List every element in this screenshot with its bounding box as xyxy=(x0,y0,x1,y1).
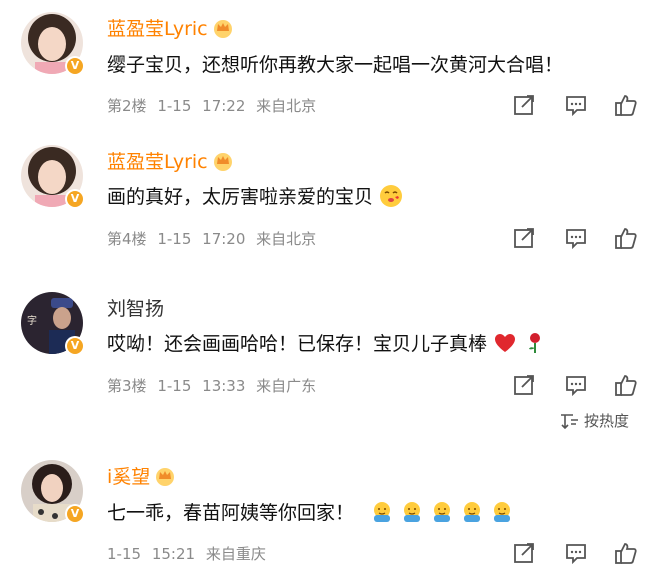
crown-icon xyxy=(156,467,175,486)
hug-emoji xyxy=(434,501,451,522)
thumbs-up-icon[interactable] xyxy=(614,93,638,117)
time-label: 17:22 xyxy=(202,97,246,115)
comment-icon[interactable] xyxy=(564,541,588,565)
crown-icon xyxy=(213,19,232,38)
avatar[interactable]: V xyxy=(21,12,85,76)
share-icon[interactable] xyxy=(512,93,536,117)
comment-actions xyxy=(512,373,642,397)
location-label: 来自广东 xyxy=(256,377,317,395)
comment-meta: 第2楼 1-15 17:22 来自北京 xyxy=(107,95,322,116)
comment-actions xyxy=(512,93,642,117)
time-label: 17:20 xyxy=(202,230,246,248)
hug-emoji xyxy=(374,501,391,522)
avatar[interactable]: V xyxy=(21,145,85,209)
comment-actions xyxy=(512,541,642,565)
comment-icon[interactable] xyxy=(564,373,588,397)
comment-meta: 1-15 15:21 来自重庆 xyxy=(107,543,272,564)
sort-label: 按热度 xyxy=(584,412,630,430)
share-icon[interactable] xyxy=(512,226,536,250)
date-label: 1-15 xyxy=(157,230,192,248)
svg-text:字: 字 xyxy=(27,314,37,327)
sort-icon xyxy=(561,413,578,429)
verified-badge-icon: V xyxy=(65,504,85,524)
hug-emoji xyxy=(404,501,421,522)
crown-icon xyxy=(213,152,232,171)
comment-icon[interactable] xyxy=(564,226,588,250)
rose-emoji xyxy=(529,332,541,353)
comment-icon[interactable] xyxy=(564,93,588,117)
hug-emoji xyxy=(494,501,511,522)
comment-actions xyxy=(512,226,642,250)
floor-label: 第3楼 xyxy=(107,377,147,395)
time-label: 13:33 xyxy=(202,377,246,395)
avatar[interactable]: V xyxy=(21,460,85,524)
share-icon[interactable] xyxy=(512,373,536,397)
thumbs-up-icon[interactable] xyxy=(614,373,638,397)
verified-badge-icon: V xyxy=(65,336,85,356)
author-name[interactable]: 蓝盈莹Lyric xyxy=(107,14,208,41)
time-label: 15:21 xyxy=(151,545,196,563)
verified-badge-icon: V xyxy=(65,189,85,209)
comment-text: 缨子宝贝，还想听你再教大家一起唱一次黄河大合唱！ xyxy=(107,54,564,76)
thumbs-up-icon[interactable] xyxy=(614,541,638,565)
comment-text: 七一乖，春苗阿姨等你回家！ xyxy=(107,502,355,524)
date-label: 1-15 xyxy=(157,97,192,115)
avatar[interactable]: 字 V xyxy=(21,292,85,356)
verified-badge-icon: V xyxy=(65,56,85,76)
red-heart-emoji xyxy=(495,333,516,352)
comment-text: 画的真好，太厉害啦亲爱的宝贝 xyxy=(107,186,374,208)
hug-emoji xyxy=(464,501,481,522)
comment-text: 哎呦！还会画画哈哈！已保存！宝贝儿子真棒 xyxy=(107,333,488,355)
comment-meta: 第3楼 1-15 13:33 来自广东 xyxy=(107,375,322,396)
thumbs-up-icon[interactable] xyxy=(614,226,638,250)
author-name[interactable]: 刘智扬 xyxy=(107,294,164,321)
location-label: 来自重庆 xyxy=(205,545,266,563)
date-label: 1-15 xyxy=(107,545,142,563)
author-name[interactable]: i奚望 xyxy=(107,462,150,489)
date-label: 1-15 xyxy=(157,377,192,395)
location-label: 来自北京 xyxy=(256,230,317,248)
floor-label: 第4楼 xyxy=(107,230,147,248)
share-icon[interactable] xyxy=(512,541,536,565)
comment-meta: 第4楼 1-15 17:20 来自北京 xyxy=(107,228,322,249)
kissing-face-emoji xyxy=(380,184,403,207)
hug-emoji-group xyxy=(364,500,514,524)
location-label: 来自北京 xyxy=(256,97,317,115)
sort-by-hot-button[interactable]: 按热度 xyxy=(560,410,629,431)
author-name[interactable]: 蓝盈莹Lyric xyxy=(107,147,208,174)
floor-label: 第2楼 xyxy=(107,97,147,115)
